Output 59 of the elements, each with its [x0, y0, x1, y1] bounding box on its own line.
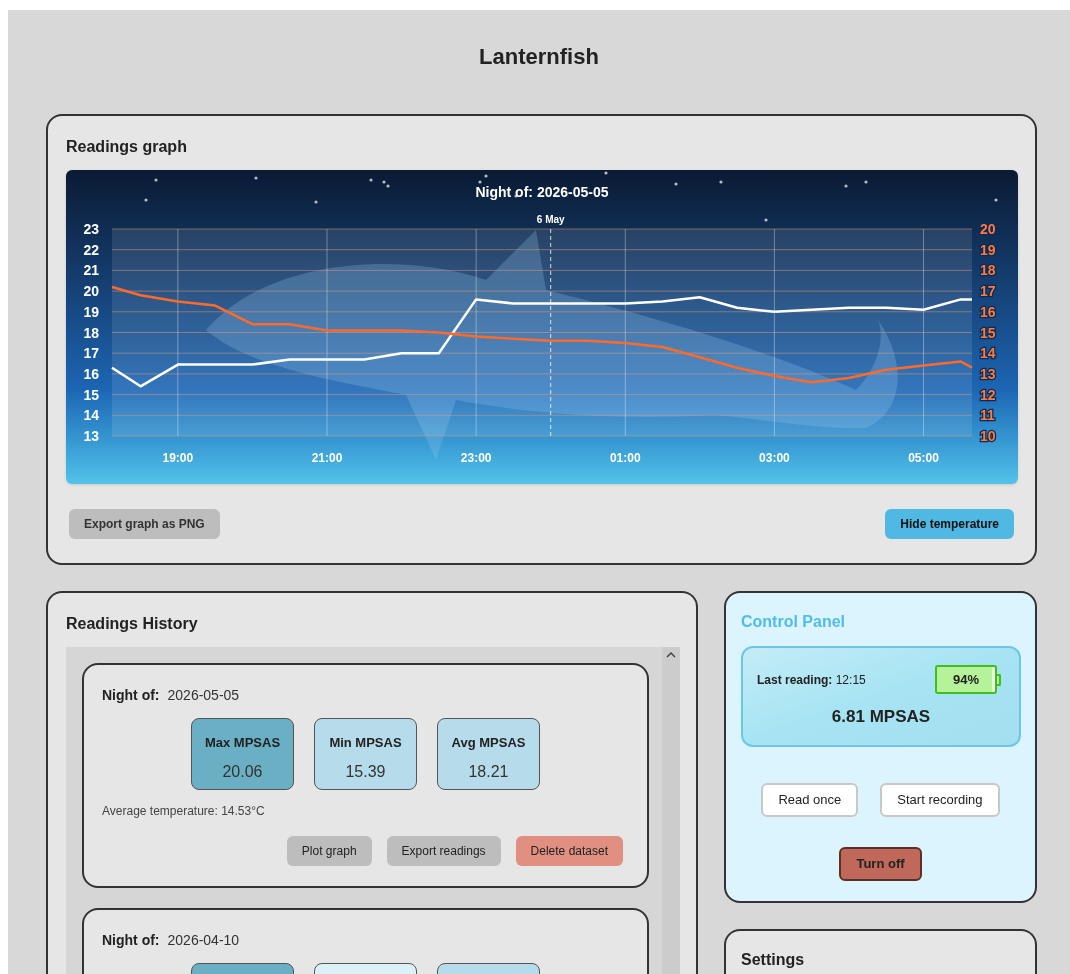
night-date: 2026-04-10 [167, 931, 240, 950]
y-axis-label: 21 [83, 262, 99, 279]
card-title: Readings History [66, 614, 198, 634]
temperature-axis-label: 13 [980, 365, 996, 382]
temperature-axis-label: 14 [980, 345, 996, 362]
x-axis-label: 19:00 [162, 451, 194, 465]
card-title: Readings graph [66, 137, 187, 157]
stat-label: Avg MPSAS [451, 734, 526, 752]
stat-value: 15.39 [345, 761, 386, 782]
y-axis-label: 13 [83, 428, 99, 444]
y-axis-label: 15 [83, 386, 99, 403]
temperature-axis-label: 20 [980, 221, 996, 237]
night-label: Night of: [102, 686, 160, 705]
temperature-axis-label: 12 [980, 386, 996, 403]
app-title: Lanternfish [479, 43, 599, 68]
action-button[interactable]: Delete dataset [515, 836, 623, 866]
y-axis-label: 23 [83, 221, 99, 237]
scroll-up-icon[interactable] [666, 651, 676, 659]
reading-value: 6.81 MPSAS [831, 706, 931, 728]
chart-title: Night of: 2026-05-05 [475, 184, 609, 200]
last-reading-text: Last reading: 12:15 [757, 672, 866, 689]
annotation-label: 6 May [536, 214, 565, 225]
x-axis-label: 23:00 [460, 451, 492, 465]
temperature-axis-label: 19 [980, 241, 996, 258]
temperature-axis-label: 10 [980, 428, 996, 444]
action-button[interactable]: Read once [761, 783, 859, 817]
x-axis-label: 21:00 [311, 451, 343, 465]
night-date: 2026-05-05 [167, 686, 240, 705]
stat-value: 20.06 [222, 761, 263, 782]
card-title: Control Panel [741, 612, 845, 632]
x-axis-label: 01:00 [609, 451, 641, 465]
y-axis-label: 18 [83, 324, 99, 341]
turn-off-button[interactable]: Turn off [839, 847, 922, 881]
y-axis-label: 14 [83, 407, 99, 424]
temperature-axis-label: 17 [980, 283, 996, 300]
y-axis-label: 17 [83, 345, 99, 362]
stat-value: 18.21 [468, 761, 509, 782]
x-axis-label: 03:00 [759, 451, 790, 465]
stat-label: Min MPSAS [329, 734, 402, 752]
export-png-button[interactable]: Export graph as PNG [69, 509, 220, 539]
y-axis-label: 22 [83, 241, 99, 258]
x-axis-label: 05:00 [908, 451, 939, 465]
temperature-axis-label: 16 [980, 303, 996, 320]
stat-label: Max MPSAS [204, 734, 281, 752]
y-axis-label: 16 [83, 365, 99, 382]
battery-percent: 94% [952, 670, 980, 689]
temperature-axis-label: 15 [980, 324, 996, 341]
average-temperature: Average temperature: 14.53°C [102, 803, 265, 820]
temperature-axis-label: 11 [980, 407, 995, 424]
night-label: Night of: [102, 931, 160, 950]
y-axis-label: 19 [83, 303, 99, 320]
y-axis-label: 20 [83, 283, 99, 300]
temperature-axis-label: 18 [980, 262, 996, 279]
card-title: Settings [741, 950, 805, 970]
scrollbar[interactable] [662, 647, 680, 974]
hide-temperature-button[interactable]: Hide temperature [885, 509, 1014, 539]
action-button[interactable]: Start recording [880, 783, 1000, 817]
action-button[interactable]: Plot graph [286, 836, 372, 866]
action-button[interactable]: Export readings [386, 836, 501, 866]
